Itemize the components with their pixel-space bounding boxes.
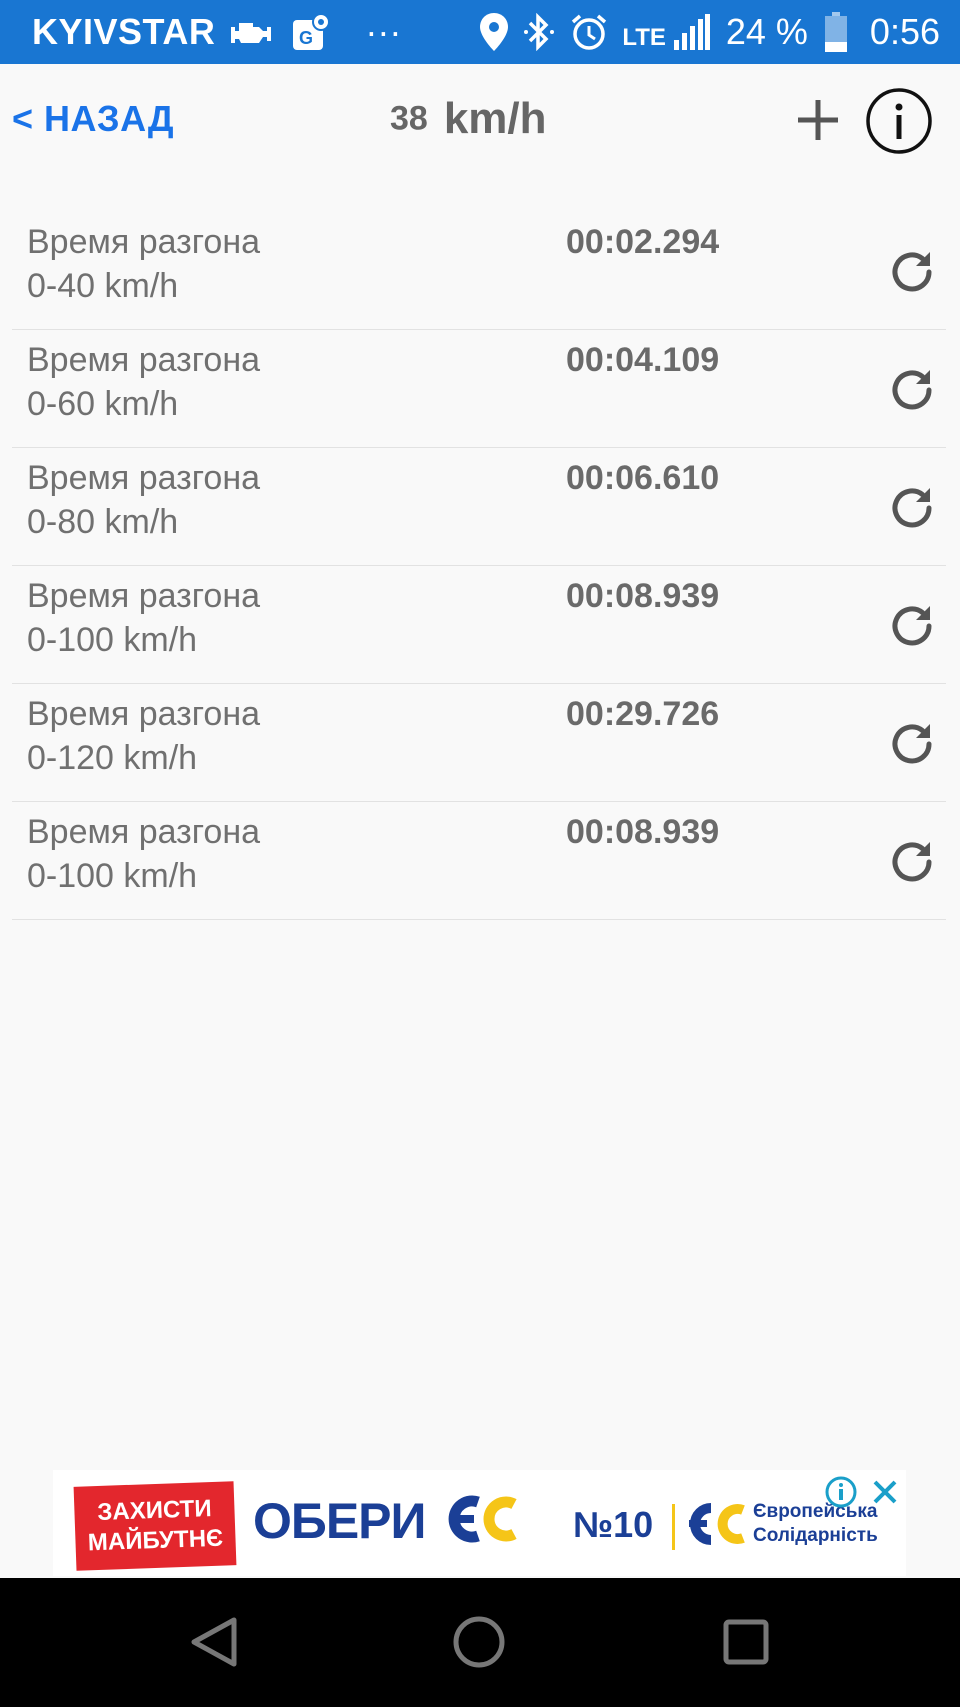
plus-icon xyxy=(798,100,838,140)
result-time: 00:04.109 xyxy=(566,341,720,379)
result-time: 00:29.726 xyxy=(566,695,720,733)
back-button[interactable]: < НАЗАД xyxy=(12,98,174,140)
signal-icon xyxy=(672,14,710,50)
result-range: 0-40 km/h xyxy=(27,267,179,305)
list-item: Время разгона 0-120 km/h 00:29.726 xyxy=(12,684,946,802)
ad-choices-button[interactable] xyxy=(825,1476,857,1508)
ad-main-text: ОБЕРИ xyxy=(253,1492,520,1550)
status-bar: KYIVSTAR G ··· LTE 24 % 0:56 xyxy=(0,0,960,64)
reset-button[interactable] xyxy=(886,364,938,416)
result-range: 0-80 km/h xyxy=(27,503,179,541)
clock: 0:56 xyxy=(869,11,940,52)
info-icon xyxy=(866,88,932,154)
list-item: Время разгона 0-80 km/h 00:06.610 xyxy=(12,448,946,566)
reset-button[interactable] xyxy=(886,246,938,298)
result-time: 00:02.294 xyxy=(566,223,720,261)
result-range: 0-100 km/h xyxy=(27,621,198,659)
results-list: Время разгона 0-40 km/h 00:02.294 Время … xyxy=(12,212,946,920)
result-range: 0-60 km/h xyxy=(27,385,179,423)
reset-button[interactable] xyxy=(886,718,938,770)
svg-text:G: G xyxy=(299,28,313,48)
back-triangle-icon xyxy=(191,1617,237,1667)
battery-percent: 24 % xyxy=(725,11,808,52)
home-circle-icon xyxy=(453,1616,505,1668)
bluetooth-icon xyxy=(524,13,555,51)
ad-banner[interactable]: ЗАХИСТИ МАЙБУТНЄ ОБЕРИ №10 Європейська С… xyxy=(53,1470,906,1576)
alarm-icon xyxy=(570,13,608,51)
reset-button[interactable] xyxy=(886,600,938,652)
list-item: Время разгона 0-100 km/h 00:08.939 xyxy=(12,802,946,920)
reset-button[interactable] xyxy=(886,836,938,888)
result-label: Время разгона xyxy=(27,459,261,497)
check-engine-icon xyxy=(231,17,275,47)
speed-value: 38 xyxy=(390,99,428,138)
result-time: 00:06.610 xyxy=(566,459,720,497)
ad-brand-name: Європейська Солідарність xyxy=(753,1501,878,1546)
network-type: LTE xyxy=(622,24,666,51)
ad-red-block: ЗАХИСТИ МАЙБУТНЄ xyxy=(73,1481,237,1571)
es-logo-small-icon xyxy=(681,1500,747,1553)
result-label: Время разгона xyxy=(27,341,261,379)
result-label: Время разгона xyxy=(27,813,261,851)
nav-recents-button[interactable] xyxy=(722,1618,770,1671)
ad-red-line2: МАЙБУТНЄ xyxy=(87,1524,224,1557)
maps-icon: G xyxy=(291,12,331,52)
nav-home-button[interactable] xyxy=(451,1614,507,1675)
nav-back-button[interactable] xyxy=(186,1614,242,1675)
speed-unit: km/h xyxy=(443,94,547,143)
result-time: 00:08.939 xyxy=(566,577,720,615)
refresh-icon xyxy=(892,724,932,764)
refresh-icon xyxy=(892,606,932,646)
info-icon xyxy=(825,1476,857,1508)
es-logo-icon xyxy=(448,1495,517,1543)
battery-icon xyxy=(824,12,848,52)
close-icon xyxy=(873,1480,897,1504)
result-label: Время разгона xyxy=(27,223,261,261)
refresh-icon xyxy=(892,842,932,882)
list-item: Время разгона 0-100 km/h 00:08.939 xyxy=(12,566,946,684)
refresh-icon xyxy=(892,252,932,292)
more-notifications-icon: ··· xyxy=(365,11,402,52)
result-range: 0-100 km/h xyxy=(27,857,198,895)
list-item: Время разгона 0-60 km/h 00:04.109 xyxy=(12,330,946,448)
info-button[interactable] xyxy=(866,88,932,154)
add-button[interactable] xyxy=(794,96,842,144)
ad-close-button[interactable] xyxy=(871,1478,899,1506)
navigation-bar xyxy=(0,1578,960,1707)
list-item: Время разгона 0-40 km/h 00:02.294 xyxy=(12,212,946,330)
current-speed: 38 km/h xyxy=(390,94,547,144)
app-header: < НАЗАД 38 km/h xyxy=(0,64,960,182)
recents-square-icon xyxy=(723,1619,769,1665)
result-time: 00:08.939 xyxy=(566,813,720,851)
refresh-icon xyxy=(892,488,932,528)
carrier-name: KYIVSTAR xyxy=(32,11,216,52)
reset-button[interactable] xyxy=(886,482,938,534)
location-icon xyxy=(480,13,509,51)
refresh-icon xyxy=(892,370,932,410)
ad-divider xyxy=(672,1504,675,1550)
result-range: 0-120 km/h xyxy=(27,739,198,777)
result-label: Время разгона xyxy=(27,577,261,615)
result-label: Время разгона xyxy=(27,695,261,733)
ad-number: №10 xyxy=(573,1504,654,1545)
